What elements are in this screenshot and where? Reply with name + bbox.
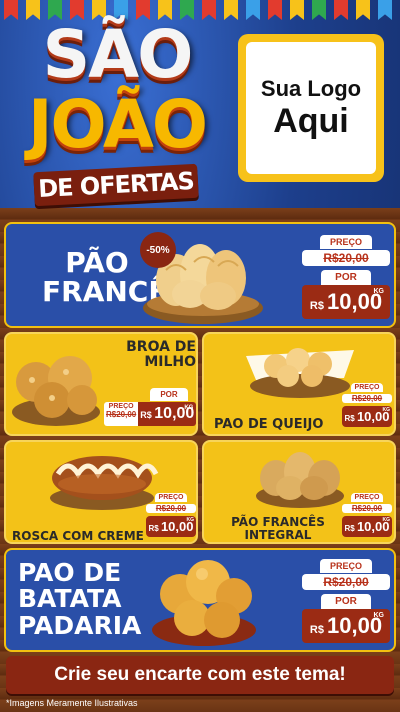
product-name: BROA DE <box>126 339 196 355</box>
old-price: R$20,00 <box>302 250 390 266</box>
title-line-2: JOÃO <box>27 86 208 163</box>
product-name: INTEGRAL <box>244 527 312 542</box>
price-tag: PREÇO R$20,00 POR R$ 10,00 KG <box>302 556 390 643</box>
product-card-rosca-com-creme[interactable]: ROSCA COM CREME PREÇO R$20,00 R$ 10,00 K… <box>4 440 198 544</box>
preco-label: PREÇO <box>350 383 384 392</box>
footnote: *Imagens Meramente Ilustrativas <box>6 698 138 708</box>
product-card-pao-de-batata[interactable]: PAO DE BATATA PADARIA PREÇO R$20,00 POR … <box>4 548 396 652</box>
por-label: POR <box>321 594 371 609</box>
product-name: PAO DE <box>18 558 122 587</box>
preco-label: PREÇO <box>350 493 384 502</box>
product-name: PÃO <box>65 246 129 279</box>
price-tag: PREÇO R$20,00 POR R$ 10,00 KG <box>302 232 390 319</box>
product-card-pao-de-queijo[interactable]: PAO DE QUEIJO PREÇO R$20,00 R$ 10,00 KG <box>202 332 396 436</box>
price-tag: PREÇO R$20,00 R$ 10,00 KG <box>342 486 392 537</box>
broa-image <box>12 356 100 426</box>
preco-label: PREÇO <box>319 235 372 249</box>
price-tag: PREÇO R$20,00 R$ 10,00 KG <box>342 376 392 427</box>
title-line-1: SÃO <box>42 16 194 93</box>
logo-placeholder[interactable]: Sua Logo Aqui <box>238 34 384 182</box>
por-label: POR <box>150 388 188 401</box>
discount-badge: -50% <box>140 232 176 268</box>
new-price: R$ 10,00 KG <box>302 285 390 319</box>
product-card-pao-frances-integral[interactable]: PÃO FRANCÊS INTEGRAL PREÇO R$20,00 R$ 10… <box>202 440 396 544</box>
old-price: R$20,00 <box>146 504 196 513</box>
new-price: R$ 10,00 KG <box>342 516 392 537</box>
price-tag: POR PREÇO R$20,00 R$ 10,00 KG <box>104 384 196 426</box>
new-price: R$ 10,00 KG <box>302 609 390 643</box>
product-name: PADARIA <box>18 610 142 640</box>
por-label: POR <box>321 270 371 285</box>
product-card-broa-de-milho[interactable]: BROA DE MILHO POR PREÇO R$20,00 R$ 10,00… <box>4 332 198 436</box>
product-name: FRANCÊS <box>42 275 188 309</box>
product-card-pao-frances[interactable]: PÃO FRANCÊS -50% PREÇO R$20,00 POR R$ 10… <box>4 222 396 328</box>
old-price: R$20,00 <box>106 410 137 419</box>
rosca-image <box>50 456 159 510</box>
product-name: MILHO <box>144 353 196 370</box>
preco-label: PREÇO <box>154 493 188 502</box>
product-name: BATATA <box>18 584 122 614</box>
new-price: R$ 10,00 KG <box>342 406 392 427</box>
old-price: R$20,00 <box>342 394 392 403</box>
new-price: R$ 10,00 KG <box>146 516 196 537</box>
preco-label: PREÇO <box>319 559 372 573</box>
pao-de-batata-image <box>152 560 256 646</box>
old-price: R$20,00 <box>302 574 390 590</box>
pao-integral-image <box>256 452 344 508</box>
logo-text-2: Aqui <box>273 101 349 140</box>
product-name: PÃO FRANCÊS <box>231 515 325 529</box>
preco-label: PREÇO <box>108 403 134 410</box>
event-title: SÃO JOÃO DE OFERTAS <box>12 16 222 207</box>
product-name: PAO DE QUEIJO <box>214 417 324 432</box>
new-price: R$ 10,00 KG <box>138 402 196 426</box>
old-price: R$20,00 <box>342 504 392 513</box>
logo-text-1: Sua Logo <box>260 75 362 101</box>
product-name: ROSCA COM CREME <box>12 529 144 543</box>
price-tag: PREÇO R$20,00 R$ 10,00 KG <box>146 486 196 537</box>
cta-button[interactable]: Crie seu encarte com este tema! <box>6 656 394 694</box>
